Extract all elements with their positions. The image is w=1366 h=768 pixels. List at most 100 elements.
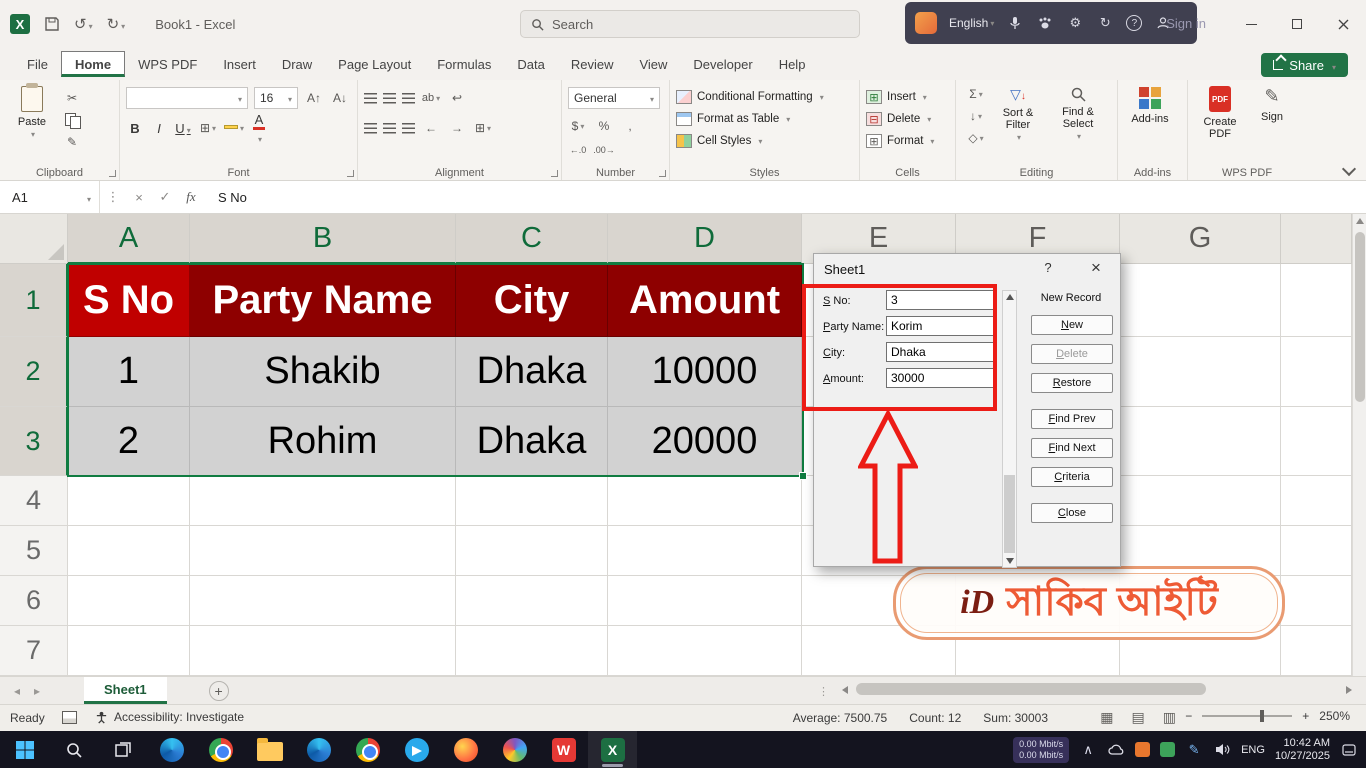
onedrive-cloud-icon[interactable] xyxy=(1107,744,1125,756)
find-prev-button[interactable]: Find Prev xyxy=(1031,409,1113,429)
cell-D1[interactable]: Amount xyxy=(608,264,802,337)
copy-icon[interactable] xyxy=(62,112,82,128)
paw-icon[interactable] xyxy=(1036,14,1054,32)
merge-center-icon[interactable]: ⊞ xyxy=(473,120,493,136)
page-layout-view-icon[interactable]: ▤ xyxy=(1132,709,1145,726)
new-button[interactable]: New xyxy=(1031,315,1113,335)
confirm-entry-icon[interactable]: ✓ xyxy=(152,189,178,205)
cell-C3[interactable]: Dhaka xyxy=(456,407,608,476)
sheet-tab-sheet1[interactable]: Sheet1 xyxy=(84,677,167,704)
cell-A3[interactable]: 2 xyxy=(68,407,190,476)
row-header-2[interactable]: 2 xyxy=(0,337,68,407)
horizontal-scroll-thumb[interactable] xyxy=(856,683,1206,695)
tab-page-layout[interactable]: Page Layout xyxy=(325,52,424,77)
undo-icon[interactable]: ↺ xyxy=(74,15,93,33)
sno-input[interactable] xyxy=(886,290,996,310)
select-all-corner[interactable] xyxy=(0,214,68,264)
tab-home[interactable]: Home xyxy=(61,51,125,77)
clipboard-dialog-launcher[interactable] xyxy=(109,170,116,177)
taskbar-edge-2[interactable] xyxy=(294,731,343,768)
grow-font-icon[interactable]: A↑ xyxy=(304,90,324,106)
criteria-button[interactable]: Criteria xyxy=(1031,467,1113,487)
normal-view-icon[interactable]: ▦ xyxy=(1100,709,1113,726)
help-icon[interactable]: ? xyxy=(1126,15,1142,31)
tray-pen-icon[interactable]: ✎ xyxy=(1185,742,1203,758)
tab-data[interactable]: Data xyxy=(504,52,557,77)
cut-icon[interactable]: ✂ xyxy=(62,90,82,106)
microphone-icon[interactable] xyxy=(1006,14,1024,32)
font-dialog-launcher[interactable] xyxy=(347,170,354,177)
cancel-entry-icon[interactable]: × xyxy=(126,190,152,205)
comma-style-icon[interactable]: , xyxy=(620,118,640,134)
tab-file[interactable]: File xyxy=(14,52,61,77)
insert-function-icon[interactable]: fx xyxy=(178,189,204,205)
font-name-select[interactable] xyxy=(126,87,248,109)
sign-in-button[interactable]: Sign in xyxy=(1166,16,1206,31)
font-size-select[interactable]: 16 xyxy=(254,87,298,109)
percent-style-icon[interactable]: % xyxy=(594,118,614,134)
increase-indent-icon[interactable]: → xyxy=(447,120,467,136)
next-sheet-icon[interactable]: ▸ xyxy=(20,684,54,698)
record-scroll-up-icon[interactable] xyxy=(1006,294,1014,300)
taskbar-search-button[interactable] xyxy=(49,731,98,768)
cell-G4[interactable] xyxy=(1120,476,1281,526)
cell-A2[interactable]: 1 xyxy=(68,337,190,407)
tab-draw[interactable]: Draw xyxy=(269,52,325,77)
autosum-icon[interactable]: Σ xyxy=(966,86,986,102)
clear-icon[interactable]: ◇ xyxy=(966,130,986,146)
cell-C6[interactable] xyxy=(456,576,608,626)
number-dialog-launcher[interactable] xyxy=(659,170,666,177)
volume-icon[interactable] xyxy=(1213,743,1231,756)
row-header-5[interactable]: 5 xyxy=(0,526,68,576)
row-header-3[interactable]: 3 xyxy=(0,407,68,476)
paste-button[interactable]: Paste xyxy=(6,86,58,160)
column-header-A[interactable]: A xyxy=(68,214,190,264)
wrap-text-icon[interactable]: ↩ xyxy=(447,90,467,106)
tab-wps-pdf[interactable]: WPS PDF xyxy=(125,52,210,77)
cell-B6[interactable] xyxy=(190,576,456,626)
language-select[interactable]: English xyxy=(949,16,994,30)
align-left-icon[interactable] xyxy=(364,123,377,134)
vertical-scrollbar[interactable] xyxy=(1352,214,1366,676)
taskbar-telegram[interactable] xyxy=(392,731,441,768)
decrease-indent-icon[interactable]: ← xyxy=(421,120,441,136)
name-box[interactable]: A1 xyxy=(0,181,100,213)
taskbar-excel[interactable]: X xyxy=(588,731,637,768)
record-scrollbar[interactable] xyxy=(1002,290,1017,568)
taskbar-chrome[interactable] xyxy=(196,731,245,768)
accounting-format-icon[interactable]: $ xyxy=(568,118,588,134)
collapse-ribbon-icon[interactable] xyxy=(1342,162,1356,176)
cell-D6[interactable] xyxy=(608,576,802,626)
tray-app-orange-icon[interactable] xyxy=(1135,742,1150,757)
zoom-slider[interactable] xyxy=(1202,715,1292,717)
taskbar-wps[interactable]: W xyxy=(539,731,588,768)
column-header-G[interactable]: G xyxy=(1120,214,1281,264)
cell-B5[interactable] xyxy=(190,526,456,576)
tab-formulas[interactable]: Formulas xyxy=(424,52,504,77)
dialog-close-icon[interactable]: × xyxy=(1082,258,1110,280)
bold-button[interactable]: B xyxy=(126,121,144,136)
cell-D5[interactable] xyxy=(608,526,802,576)
cell-C5[interactable] xyxy=(456,526,608,576)
decrease-decimal-icon[interactable]: .00→ xyxy=(594,142,614,158)
save-icon[interactable] xyxy=(44,16,60,32)
number-format-select[interactable]: General xyxy=(568,87,660,109)
cell-C1[interactable]: City xyxy=(456,264,608,337)
conditional-formatting-button[interactable]: Conditional Formatting xyxy=(676,86,855,108)
insert-cells-button[interactable]: ⊞ Insert xyxy=(866,86,951,108)
record-scroll-thumb[interactable] xyxy=(1004,475,1015,553)
accessibility-checker[interactable]: Accessibility: Investigate xyxy=(95,710,244,724)
orientation-icon[interactable]: ab xyxy=(421,90,441,106)
formula-bar-drag-dots[interactable]: ⋮ xyxy=(100,189,126,205)
horizontal-scrollbar[interactable] xyxy=(842,682,1352,698)
cell-G2[interactable] xyxy=(1120,337,1281,407)
column-header-B[interactable]: B xyxy=(190,214,456,264)
notification-center-icon[interactable] xyxy=(1340,743,1358,757)
tray-app-green-icon[interactable] xyxy=(1160,742,1175,757)
column-header-C[interactable]: C xyxy=(456,214,608,264)
formula-content[interactable]: S No xyxy=(218,190,247,205)
tab-help[interactable]: Help xyxy=(766,52,819,77)
font-color-icon[interactable]: A xyxy=(250,112,268,145)
amount-input[interactable] xyxy=(886,368,996,388)
align-center-icon[interactable] xyxy=(383,123,396,134)
